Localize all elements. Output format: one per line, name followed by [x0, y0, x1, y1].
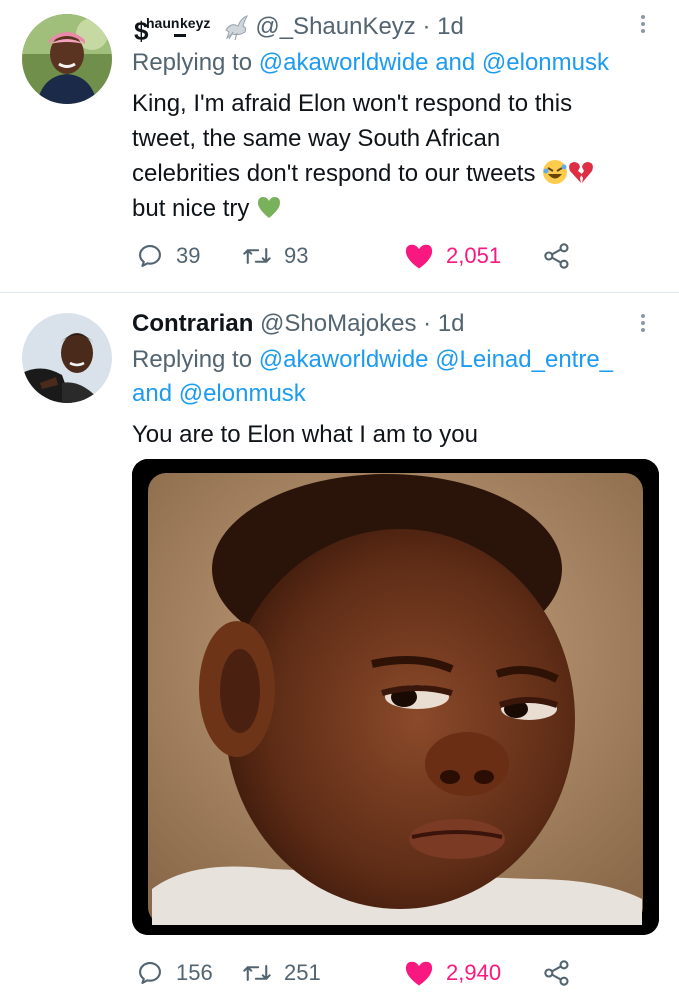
dove-emoji-icon — [224, 15, 248, 41]
retweet-count: 93 — [284, 243, 309, 268]
reply-icon — [139, 962, 161, 984]
replying-label: Replying to — [132, 49, 253, 76]
replying-to: Replying to @akaworldwide and @elonmusk — [132, 46, 639, 80]
like-button[interactable]: 2,051 — [404, 240, 501, 272]
replying-line: Replying to @akaworldwide @Leinad_entre_ — [132, 343, 639, 377]
reply-button[interactable]: 39 — [136, 240, 200, 272]
share-button[interactable] — [542, 957, 572, 989]
user-handle[interactable]: @ShoMajokes — [260, 310, 416, 337]
display-name[interactable]: Contrarian — [132, 310, 253, 337]
reply-count: 39 — [176, 243, 201, 268]
tweet-text-line-container: but nice try — [132, 191, 643, 226]
share-button[interactable] — [542, 240, 572, 272]
reply-count: 156 — [176, 960, 213, 985]
heart-icon — [405, 961, 433, 986]
tweet-actions: 39 93 2,051 — [132, 240, 619, 272]
broken-heart-emoji-icon — [569, 162, 594, 183]
tweet-text-line: but nice try — [132, 195, 250, 222]
avatar-image — [22, 313, 112, 403]
avatar-image — [22, 14, 112, 104]
like-count: 2,940 — [446, 960, 502, 985]
display-name-dash — [174, 34, 186, 37]
share-icon — [544, 960, 569, 986]
replying-label: Replying to — [132, 346, 253, 373]
reply-icon — [139, 245, 161, 267]
retweet-icon — [243, 965, 271, 981]
tweet-media-image[interactable] — [132, 459, 659, 935]
separator-dot: · — [423, 310, 432, 337]
reply-mentions[interactable]: and @elonmusk — [132, 377, 639, 411]
avatar[interactable] — [22, 313, 112, 403]
display-name[interactable]: $ haun keyz — [132, 12, 216, 46]
green-heart-emoji-icon — [258, 197, 281, 218]
reply-button[interactable]: 156 — [136, 957, 213, 989]
tweet-text: You are to Elon what I am to you — [132, 421, 478, 448]
like-button[interactable]: 2,940 — [404, 957, 501, 989]
retweet-icon — [243, 248, 271, 264]
user-handle[interactable]: @_ShaunKeyz — [255, 13, 415, 40]
replying-to: Replying to @akaworldwide @Leinad_entre_… — [132, 343, 639, 411]
rolling-on-floor-laughing-emoji-icon — [543, 160, 568, 184]
separator-dot: · — [422, 13, 431, 40]
child-side-eye-meme-image — [132, 459, 659, 935]
tweet-header: $ haun keyz @_ShaunKeyz · 1d — [132, 12, 619, 46]
like-count: 2,051 — [446, 243, 502, 268]
tweet[interactable]: Contrarian @ShoMajokes · 1d Replying to … — [0, 292, 679, 1000]
tweet[interactable]: $ haun keyz @_ShaunKeyz · 1d Replying to… — [0, 0, 679, 292]
tweet-text-line: tweet, the same way South African — [132, 125, 501, 152]
tweet-text-line: celebrities don't respond to our tweets — [132, 160, 536, 187]
heart-icon — [405, 244, 433, 269]
share-icon — [544, 243, 569, 269]
tweet-header: Contrarian @ShoMajokes · 1d — [132, 309, 619, 339]
tweet-text: King, I'm afraid Elon won't respond to t… — [132, 86, 643, 226]
more-options-icon[interactable] — [635, 311, 651, 335]
reply-mentions[interactable]: @akaworldwide and @elonmusk — [259, 49, 609, 76]
timestamp[interactable]: 1d — [437, 13, 464, 40]
retweet-count: 251 — [284, 960, 321, 985]
tweet-text-line-container: celebrities don't respond to our tweets — [132, 156, 643, 191]
retweet-button[interactable]: 93 — [242, 240, 308, 272]
reply-mentions[interactable]: @akaworldwide @Leinad_entre_ — [259, 346, 613, 373]
avatar[interactable] — [22, 14, 112, 104]
more-options-icon[interactable] — [635, 12, 651, 36]
tweet-text-line: King, I'm afraid Elon won't respond to t… — [132, 90, 573, 117]
retweet-button[interactable]: 251 — [242, 957, 321, 989]
timestamp[interactable]: 1d — [438, 310, 465, 337]
tweet-actions: 156 251 2,940 — [132, 957, 619, 989]
